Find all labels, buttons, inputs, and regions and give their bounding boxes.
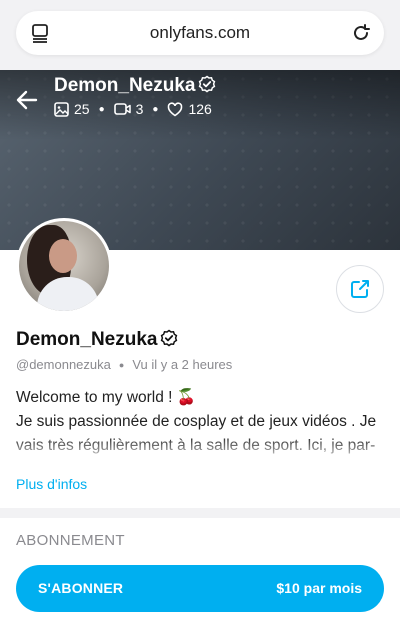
image-icon [54, 101, 69, 117]
stat-separator: ● [152, 103, 159, 115]
last-seen: Vu il y a 2 heures [132, 357, 233, 372]
likes-count: 126 [188, 101, 212, 117]
videos-count: 3 [135, 101, 144, 117]
profile-name: Demon_Nezuka [16, 329, 178, 351]
cover-stats: 25 ● 3 ● 126 [54, 101, 212, 117]
back-arrow-icon[interactable] [14, 87, 40, 113]
share-icon [351, 280, 369, 298]
section-divider [0, 508, 400, 518]
bio-fade [0, 436, 400, 464]
more-info-link[interactable]: Plus d'infos [16, 476, 87, 492]
stat-likes: 126 [167, 101, 212, 117]
verified-badge-icon [160, 329, 177, 347]
bio-line-1: Welcome to my world ! 🍒 [16, 389, 197, 406]
avatar-image [19, 221, 109, 311]
subscribe-price: $10 par mois [276, 580, 362, 596]
reload-icon[interactable] [350, 22, 372, 44]
profile-handle: @demonnezuka [16, 357, 111, 372]
profile-meta: @demonnezuka ● Vu il y a 2 heures [16, 357, 232, 372]
browser-bar: onlyfans.com [0, 0, 400, 70]
verified-badge-icon [198, 75, 215, 93]
cover-name-text: Demon_Nezuka [54, 75, 196, 96]
photos-count: 25 [74, 101, 90, 117]
share-button[interactable] [336, 265, 384, 313]
meta-separator: ● [118, 360, 125, 370]
cover-name: Demon_Nezuka [54, 75, 216, 97]
subscription-title: ABONNEMENT [16, 532, 125, 549]
url-text[interactable]: onlyfans.com [16, 23, 384, 43]
stat-separator: ● [98, 103, 105, 115]
stat-videos: 3 [113, 101, 144, 117]
video-icon [113, 103, 131, 115]
subscribe-label: S'ABONNER [38, 580, 124, 596]
address-bar[interactable]: onlyfans.com [16, 11, 384, 55]
profile-name-text: Demon_Nezuka [16, 329, 158, 350]
avatar[interactable] [16, 218, 112, 314]
subscribe-button[interactable]: S'ABONNER $10 par mois [16, 565, 384, 612]
stat-photos: 25 [54, 101, 90, 117]
heart-icon [168, 101, 183, 116]
